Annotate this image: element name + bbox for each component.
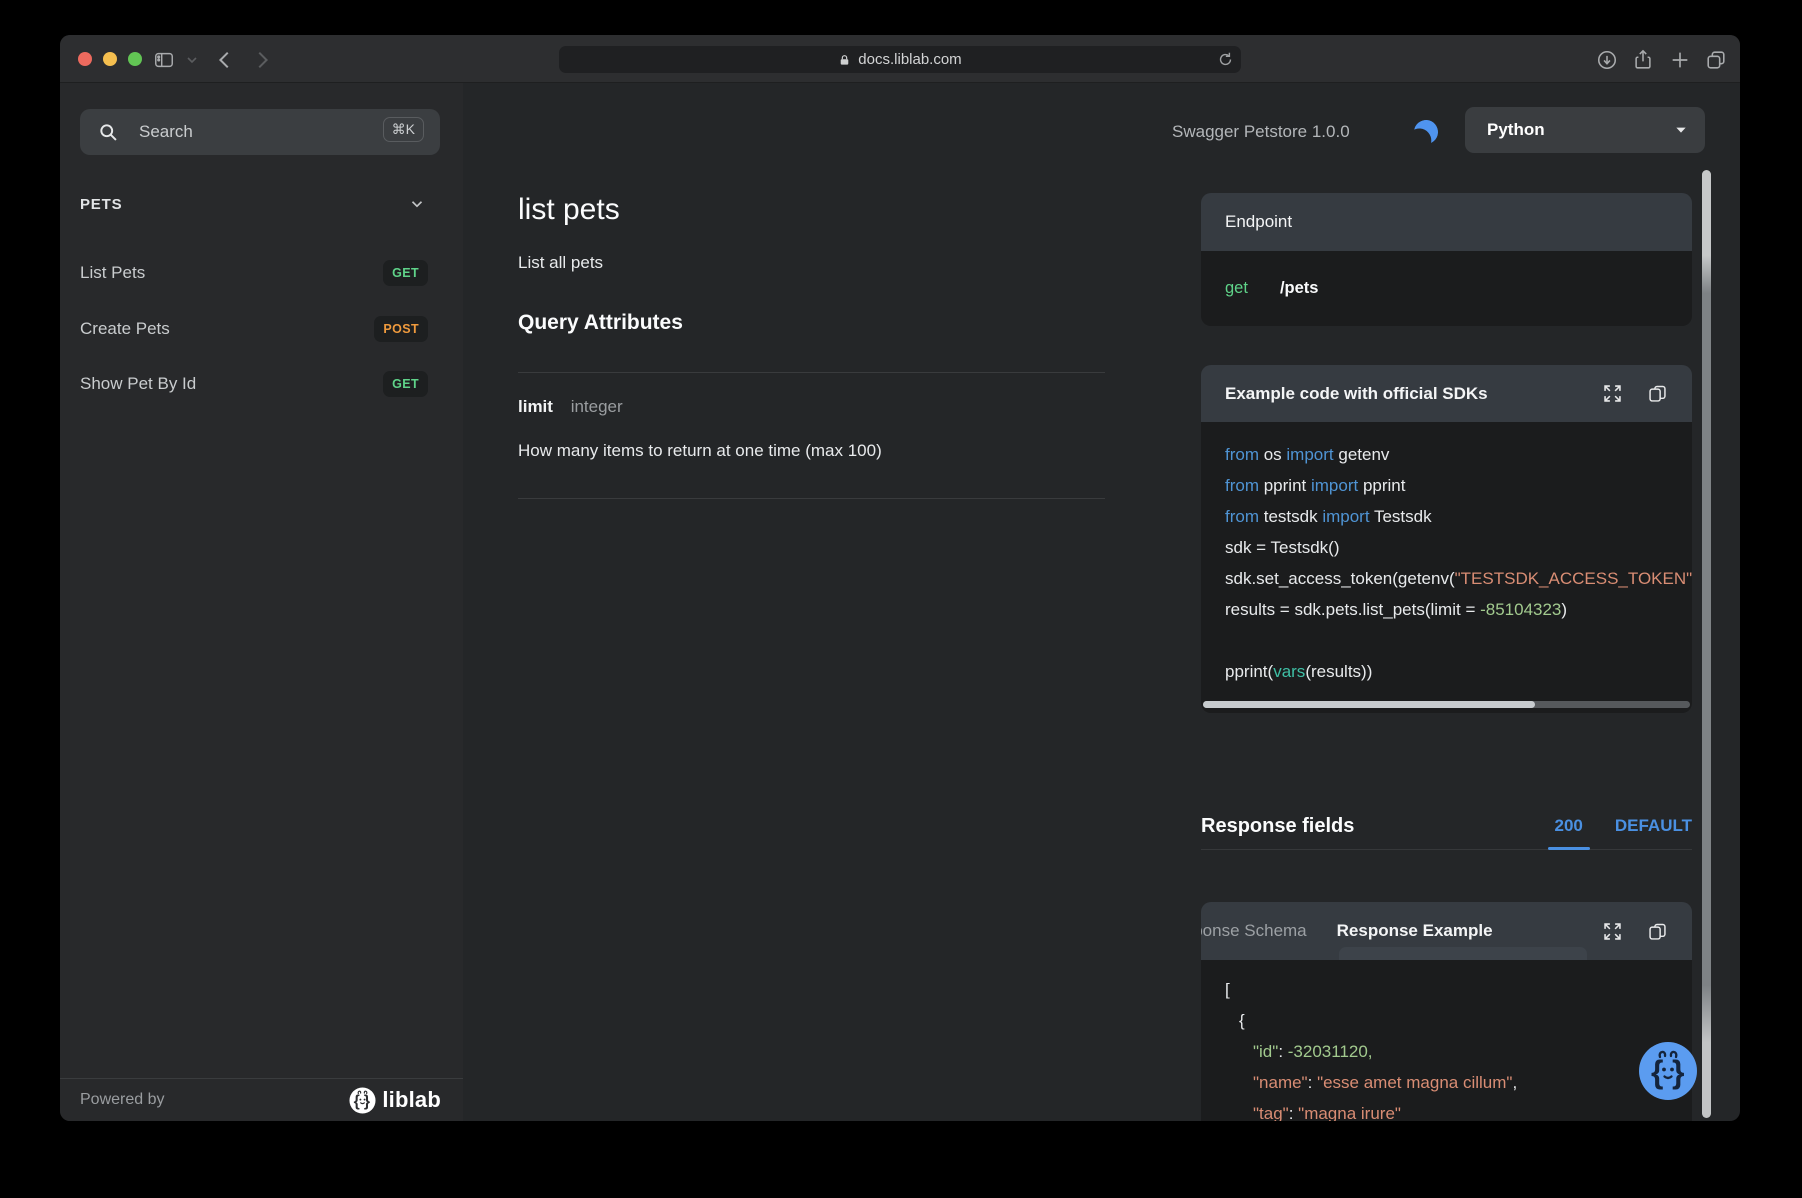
svg-text:{: {: [354, 1093, 360, 1110]
divider: [518, 372, 1105, 373]
search-icon: [98, 122, 119, 143]
response-example-card: Response Schema Response Example: [1201, 902, 1692, 1121]
attribute-row: limit integer: [518, 397, 623, 417]
zoom-window-button[interactable]: [128, 52, 142, 66]
endpoint-card-header: Endpoint: [1201, 193, 1692, 251]
chat-widget-button[interactable]: {}: [1639, 1042, 1697, 1100]
response-fields-section: Response fields 200 DEFAULT: [1201, 803, 1692, 850]
response-card-header: Response Schema Response Example: [1201, 902, 1692, 960]
method-badge-post: POST: [374, 316, 428, 342]
example-card-title: Example code with official SDKs: [1225, 384, 1488, 404]
forward-button[interactable]: [251, 49, 273, 71]
lock-icon: [838, 53, 851, 67]
chat-llama-icon: {}: [1639, 1042, 1697, 1100]
horizontal-scrollbar-thumb[interactable]: [1203, 701, 1535, 708]
dark-mode-toggle-moon-icon[interactable]: [1411, 117, 1441, 147]
horizontal-scrollbar[interactable]: [1203, 701, 1690, 708]
attribute-name: limit: [518, 397, 553, 416]
browser-window: docs.liblab.com: [60, 35, 1740, 1121]
page-subtitle: List all pets: [518, 253, 603, 273]
expand-icon[interactable]: [1602, 383, 1623, 404]
liblab-logo[interactable]: {} liblab: [349, 1087, 441, 1114]
address-bar[interactable]: docs.liblab.com: [559, 46, 1241, 73]
brand-name: liblab: [382, 1087, 441, 1113]
divider: [518, 498, 1105, 499]
url-text: docs.liblab.com: [858, 51, 961, 68]
sidebar-chevron-down-icon[interactable]: [184, 52, 200, 68]
attribute-type: integer: [571, 397, 623, 416]
downloads-icon[interactable]: [1596, 49, 1618, 71]
nav-item-label: Create Pets: [80, 319, 170, 339]
browser-toolbar: docs.liblab.com: [60, 35, 1740, 83]
endpoint-method: get: [1225, 279, 1248, 298]
powered-by-label: Powered by: [80, 1091, 165, 1109]
response-fields-title: Response fields: [1201, 815, 1354, 838]
back-button[interactable]: [214, 49, 236, 71]
endpoint-card: Endpoint get /pets: [1201, 193, 1692, 326]
sidebar-item-list-pets[interactable]: List Pets GET: [80, 255, 440, 291]
query-attributes-heading: Query Attributes: [518, 311, 683, 335]
sidebar-item-show-pet-by-id[interactable]: Show Pet By Id GET: [80, 366, 440, 402]
refresh-icon[interactable]: [1217, 51, 1234, 68]
endpoint-path: /pets: [1280, 279, 1319, 298]
language-selected-value: Python: [1487, 120, 1545, 140]
sdk-code-block[interactable]: from os import getenvfrom pprint import …: [1201, 422, 1692, 687]
sidebar-footer: Powered by {} liblab: [60, 1078, 463, 1121]
method-badge-get: GET: [383, 260, 428, 286]
endpoint-title: Endpoint: [1225, 212, 1292, 232]
example-card-header: Example code with official SDKs: [1201, 365, 1692, 422]
search-placeholder: Search: [139, 122, 193, 142]
copy-icon[interactable]: [1647, 383, 1668, 404]
tab-200[interactable]: 200: [1555, 816, 1583, 836]
new-tab-icon[interactable]: [1669, 49, 1691, 71]
tab-response-schema[interactable]: Response Schema: [1201, 921, 1307, 941]
response-json-block[interactable]: [{"id": -32031120,"name": "esse amet mag…: [1201, 960, 1692, 1121]
share-icon[interactable]: [1632, 49, 1654, 71]
active-tab-highlight: [1339, 947, 1587, 960]
search-input[interactable]: Search ⌘K: [80, 109, 440, 155]
endpoint-card-body: get /pets: [1201, 251, 1692, 326]
svg-text:{: {: [1651, 1054, 1663, 1090]
nav-item-label: Show Pet By Id: [80, 374, 196, 394]
expand-icon[interactable]: [1602, 921, 1623, 942]
tab-response-example[interactable]: Response Example: [1337, 921, 1493, 941]
search-shortcut-badge: ⌘K: [383, 117, 424, 142]
example-code-card: Example code with official SDKs: [1201, 365, 1692, 713]
minimize-window-button[interactable]: [103, 52, 117, 66]
nav-item-label: List Pets: [80, 263, 145, 283]
close-window-button[interactable]: [78, 52, 92, 66]
desktop-background: docs.liblab.com: [0, 0, 1802, 1198]
svg-text:}: }: [1672, 1054, 1684, 1090]
docs-sidebar: Search ⌘K PETS List Pets GET Create Pets…: [60, 83, 463, 1121]
sidebar-section-pets[interactable]: PETS: [80, 195, 440, 213]
tab-default[interactable]: DEFAULT: [1615, 816, 1692, 836]
method-badge-get: GET: [383, 371, 428, 397]
api-title: Swagger Petstore 1.0.0: [1172, 122, 1350, 142]
page-title: list pets: [518, 193, 620, 227]
vertical-scrollbar[interactable]: [1702, 170, 1711, 1118]
sidebar-toggle-icon[interactable]: [153, 49, 175, 71]
tab-overview-icon[interactable]: [1705, 49, 1727, 71]
copy-icon[interactable]: [1647, 921, 1668, 942]
chevron-down-icon[interactable]: [408, 195, 426, 213]
language-select[interactable]: Python: [1465, 107, 1705, 153]
liblab-llama-icon: {}: [349, 1087, 376, 1114]
section-label: PETS: [80, 196, 122, 213]
attribute-description: How many items to return at one time (ma…: [518, 441, 882, 461]
traffic-lights: [78, 52, 142, 66]
chevron-down-icon: [1673, 122, 1689, 138]
sidebar-item-create-pets[interactable]: Create Pets POST: [80, 311, 440, 347]
svg-text:}: }: [364, 1093, 370, 1110]
